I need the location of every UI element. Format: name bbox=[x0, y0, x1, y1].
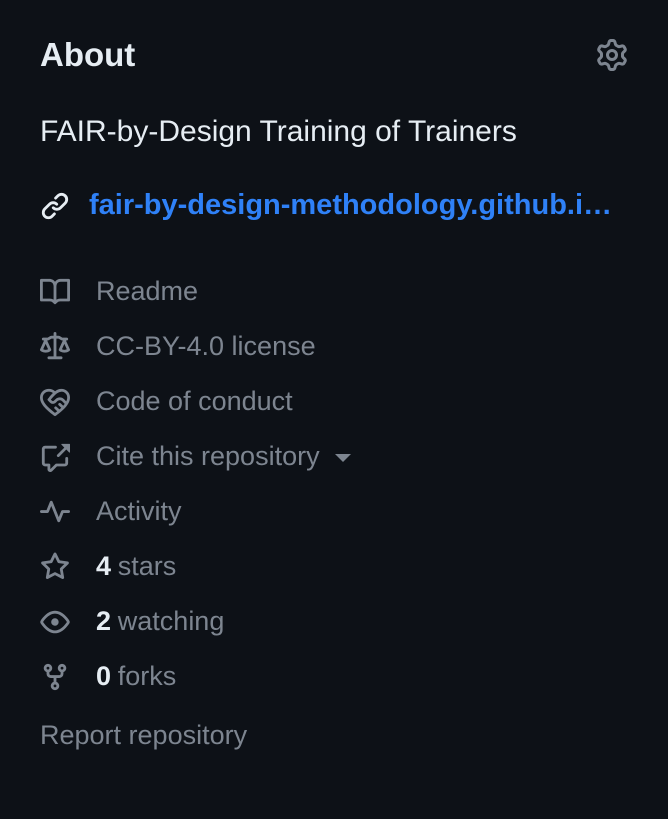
about-title: About bbox=[40, 36, 135, 74]
report-repository-link[interactable]: Report repository bbox=[40, 720, 628, 751]
homepage-link[interactable]: fair-by-design-methodology.github.io/… bbox=[89, 189, 628, 222]
eye-icon bbox=[40, 607, 72, 637]
watching-count: 2 bbox=[96, 606, 111, 636]
settings-button[interactable] bbox=[596, 39, 628, 71]
forks-label: forks bbox=[118, 661, 177, 691]
forks-count: 0 bbox=[96, 661, 111, 691]
book-icon bbox=[40, 277, 72, 307]
star-icon bbox=[40, 552, 72, 582]
watching-label: watching bbox=[118, 606, 225, 636]
readme-label: Readme bbox=[96, 276, 198, 307]
homepage-link-row: fair-by-design-methodology.github.io/… bbox=[40, 189, 628, 222]
watching-link[interactable]: 2watching bbox=[40, 594, 628, 649]
chevron-down-icon bbox=[335, 454, 351, 462]
link-icon bbox=[40, 191, 70, 221]
activity-link[interactable]: Activity bbox=[40, 484, 628, 539]
pulse-icon bbox=[40, 497, 72, 527]
law-icon bbox=[40, 332, 72, 362]
about-header: About bbox=[40, 36, 628, 74]
repo-description: FAIR-by-Design Training of Trainers bbox=[40, 112, 628, 151]
license-link[interactable]: CC-BY-4.0 license bbox=[40, 319, 628, 374]
activity-label: Activity bbox=[96, 496, 182, 527]
stars-link[interactable]: 4stars bbox=[40, 539, 628, 594]
cite-button[interactable]: Cite this repository bbox=[40, 429, 628, 484]
repo-forked-icon bbox=[40, 662, 72, 692]
stars-count: 4 bbox=[96, 551, 111, 581]
license-label: CC-BY-4.0 license bbox=[96, 331, 316, 362]
code-of-conduct-icon bbox=[40, 387, 72, 417]
conduct-link[interactable]: Code of conduct bbox=[40, 374, 628, 429]
forks-link[interactable]: 0forks bbox=[40, 649, 628, 704]
gear-icon bbox=[596, 39, 628, 71]
cross-reference-icon bbox=[40, 442, 72, 472]
stars-label: stars bbox=[118, 551, 177, 581]
cite-label: Cite this repository bbox=[96, 441, 320, 471]
about-meta-list: Readme CC-BY-4.0 license Code of conduct… bbox=[40, 264, 628, 704]
conduct-label: Code of conduct bbox=[96, 386, 293, 417]
readme-link[interactable]: Readme bbox=[40, 264, 628, 319]
